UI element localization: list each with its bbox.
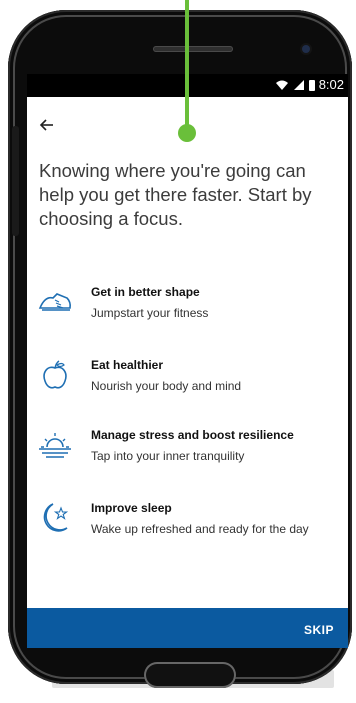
speaker-grille <box>153 46 233 52</box>
app-screen: 8:02 Knowing where you're going can help… <box>27 74 348 648</box>
focus-item-eat[interactable]: Eat healthier Nourish your body and mind <box>37 357 342 403</box>
focus-item-subtitle: Tap into your inner tranquility <box>91 449 245 463</box>
wifi-icon <box>275 80 288 90</box>
side-button <box>12 126 19 236</box>
focus-item-shape[interactable]: Get in better shape Jumpstart your fitne… <box>37 284 342 330</box>
clock: 8:02 <box>318 77 344 92</box>
focus-item-subtitle: Wake up refreshed and ready for the day <box>91 522 309 536</box>
sneaker-icon <box>38 293 71 311</box>
status-icons: 8:02 <box>275 78 344 92</box>
sunrise-icon <box>39 433 71 458</box>
pointer-line <box>185 0 189 138</box>
signal-icon <box>293 80 304 90</box>
front-camera <box>302 45 310 53</box>
page-headline: Knowing where you're going can help you … <box>39 160 312 229</box>
focus-item-subtitle: Nourish your body and mind <box>91 379 242 393</box>
battery-icon <box>308 79 315 91</box>
pointer-dot <box>178 124 196 142</box>
focus-item-sleep[interactable]: Improve sleep Wake up refreshed and read… <box>37 500 342 546</box>
focus-item-stress[interactable]: Manage stress and boost resilience Tap i… <box>37 427 342 473</box>
arrow-left-icon <box>39 119 53 131</box>
focus-item-title: Manage stress and boost resilience <box>91 428 294 442</box>
skip-button[interactable]: SKIP <box>304 623 334 637</box>
focus-item-title: Improve sleep <box>91 501 172 515</box>
focus-item-subtitle: Jumpstart your fitness <box>91 306 209 320</box>
back-arrow-icon[interactable] <box>39 116 55 139</box>
apple-icon <box>43 360 67 389</box>
home-button[interactable] <box>144 662 236 688</box>
focus-item-title: Get in better shape <box>91 285 200 299</box>
moon-star-icon <box>43 503 69 532</box>
focus-item-title: Eat healthier <box>91 358 164 372</box>
bottom-action-bar: SKIP <box>27 608 348 648</box>
phone-frame: 8:02 Knowing where you're going can help… <box>8 10 352 688</box>
